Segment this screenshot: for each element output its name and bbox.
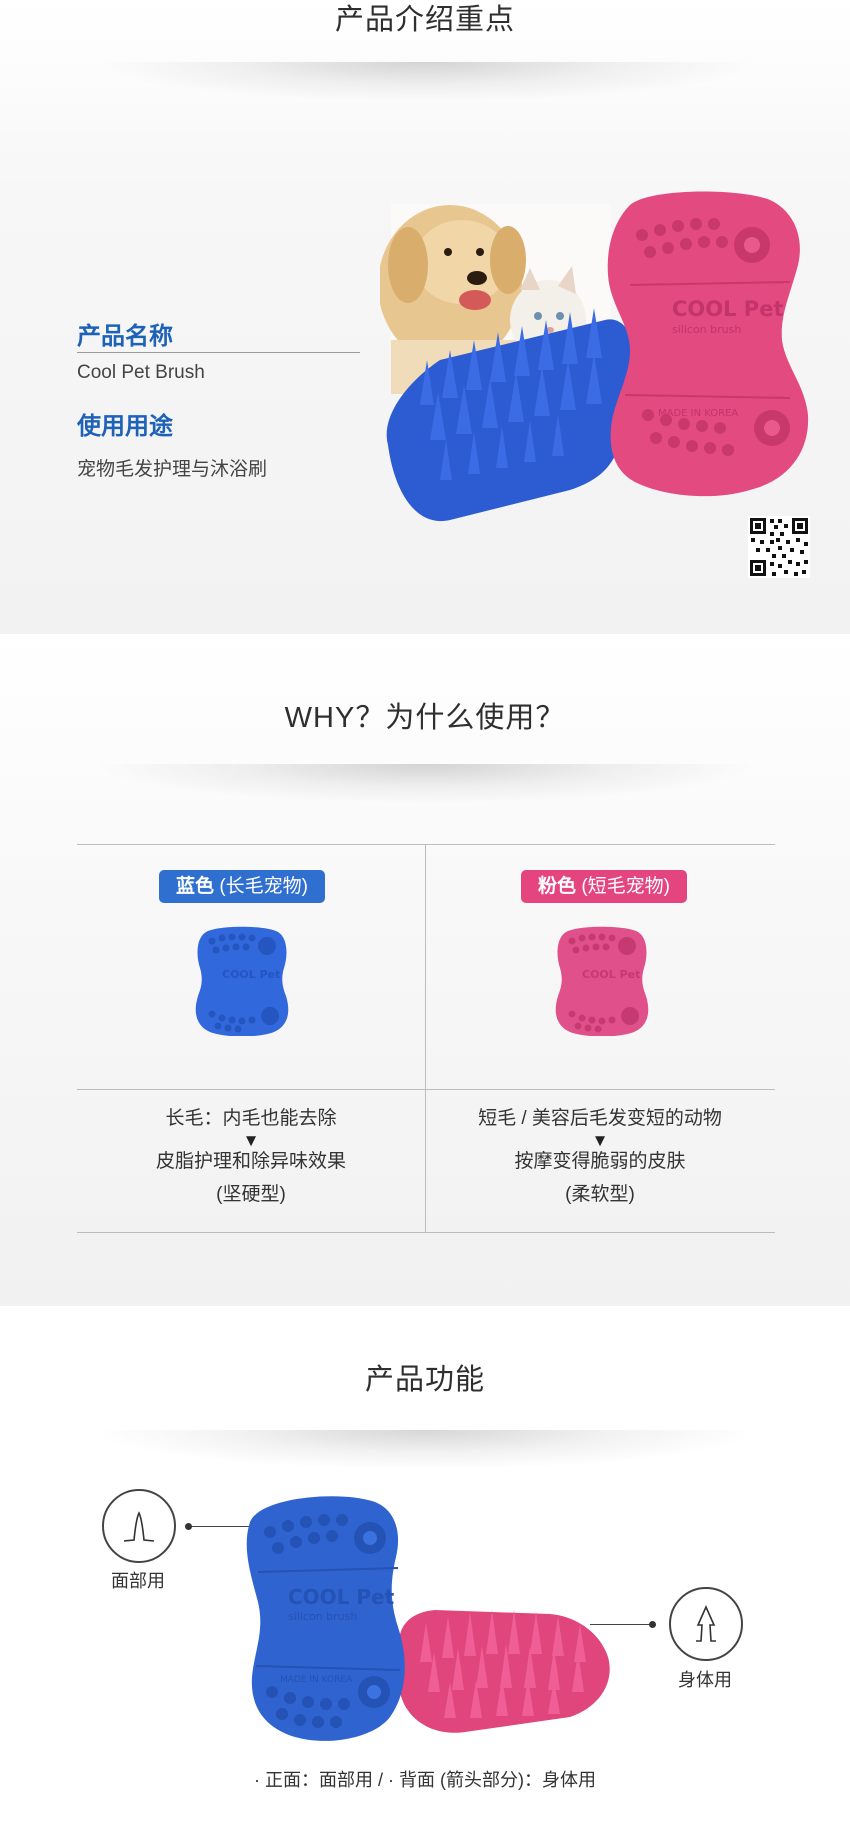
features-title: 产品功能 <box>364 1364 485 1396</box>
face-use-circle <box>102 1489 176 1563</box>
face-leader-dot <box>185 1523 192 1530</box>
pink-badge-rest: (短毛宠物) <box>581 876 670 897</box>
table-bottom-border <box>77 1232 775 1233</box>
arrow-spike-icon <box>696 1605 716 1642</box>
product-name-label: 产品名称 <box>77 323 173 350</box>
body-leader-dot <box>649 1621 656 1628</box>
pink-brush-image: COOL Pet <box>555 926 649 1036</box>
blue-front-sub: silicon brush <box>288 1610 357 1623</box>
usage-value: 宠物毛发护理与沐浴刷 <box>77 459 268 480</box>
pink-badge: 粉色 (短毛宠物) <box>521 870 687 903</box>
intro-title: 产品介绍重点 <box>334 4 515 36</box>
why-title: WHY？为什么使用？ <box>284 702 566 734</box>
single-spike-icon <box>123 1511 155 1542</box>
blue-description: 长毛：内毛也能去除 ▼ 皮脂护理和除异味效果 (坚硬型) <box>77 1108 425 1207</box>
features-brush-image: COOL Pet silicon brush MADE IN KOREA <box>246 1496 610 1741</box>
features-section: 产品功能 面部用 身体用 COOL Pet silicon brush MADE… <box>0 1306 850 1847</box>
qr-code-icon <box>748 516 810 578</box>
table-top-border <box>77 844 775 845</box>
down-arrow-icon: ▼ <box>242 1130 260 1150</box>
pink-badge-bold: 粉色 <box>538 876 577 897</box>
pink-desc-line2: 按摩变得脆弱的皮肤 <box>514 1151 686 1173</box>
pink-brush-logo: COOL Pet <box>582 968 640 981</box>
blue-brush-logo: COOL Pet <box>222 968 280 981</box>
pink-desc-line1: 短毛 / 美容后毛发变短的动物 <box>478 1108 722 1129</box>
blue-badge: 蓝色 (长毛宠物) <box>159 870 325 903</box>
face-use-label: 面部用 <box>111 1571 165 1591</box>
title-shadow <box>90 1430 760 1470</box>
blue-badge-rest: (长毛宠物) <box>219 876 308 897</box>
intro-section: 产品介绍重点 产品名称 Cool Pet Brush 使用用途 宠物毛发护理与沐… <box>0 0 850 634</box>
usage-label: 使用用途 <box>77 413 173 440</box>
pink-brush-front: COOL Pet silicon brush MADE IN KOREA <box>607 191 809 497</box>
blue-desc-line3: (坚硬型) <box>216 1183 286 1205</box>
blue-desc-line1: 长毛：内毛也能去除 <box>165 1108 337 1129</box>
product-name-value: Cool Pet Brush <box>77 362 205 383</box>
table-mid-border <box>77 1089 775 1090</box>
pink-desc-line3: (柔软型) <box>565 1183 635 1205</box>
blue-desc-line2: 皮脂护理和除异味效果 <box>155 1151 346 1173</box>
pink-spiky-brush <box>399 1610 610 1733</box>
title-shadow <box>90 764 760 804</box>
brush-sub-text: silicon brush <box>672 323 741 336</box>
blue-badge-bold: 蓝色 <box>176 876 215 897</box>
down-arrow-icon: ▼ <box>591 1130 609 1150</box>
product-hero-image: COOL Pet silicon brush MADE IN KOREA <box>380 191 809 522</box>
features-caption: · 正面：面部用 / · 背面 (箭头部分)：身体用 <box>254 1770 596 1790</box>
pink-description: 短毛 / 美容后毛发变短的动物 ▼ 按摩变得脆弱的皮肤 (柔软型) <box>426 1108 774 1207</box>
body-use-label: 身体用 <box>678 1670 732 1690</box>
brush-made-text: MADE IN KOREA <box>658 408 738 419</box>
blue-front-brush: COOL Pet silicon brush MADE IN KOREA <box>246 1496 405 1741</box>
title-shadow <box>90 62 760 102</box>
brush-logo-text: COOL Pet <box>672 297 783 321</box>
info-divider <box>77 352 360 353</box>
body-use-circle <box>669 1587 743 1661</box>
blue-front-made: MADE IN KOREA <box>280 1675 353 1685</box>
blue-brush-image: COOL Pet <box>195 926 289 1036</box>
why-section: WHY？为什么使用？ 蓝色 (长毛宠物) COOL Pet 长毛：内毛也能去除 … <box>0 634 850 1306</box>
blue-front-logo: COOL Pet <box>288 1585 395 1609</box>
